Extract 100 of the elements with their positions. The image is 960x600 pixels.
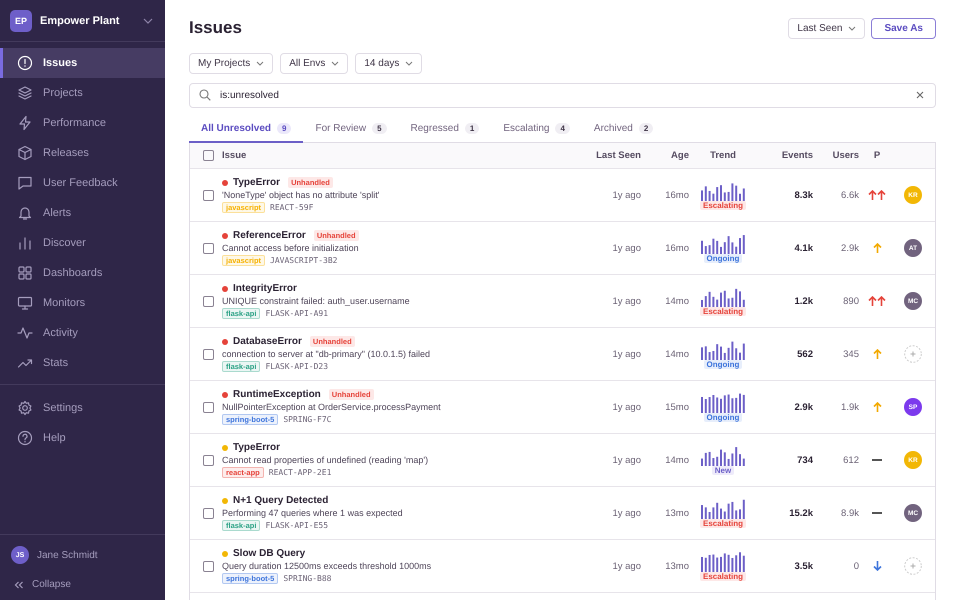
event-count: 4.1k	[794, 242, 814, 254]
monitor-icon	[17, 295, 33, 311]
checkbox[interactable]	[202, 454, 214, 466]
short-id: SPRING-F7C	[283, 415, 332, 424]
nav-item[interactable]: Alerts	[0, 198, 165, 228]
issue-title[interactable]: RuntimeException	[233, 389, 321, 400]
checkbox[interactable]	[202, 402, 214, 412]
sparkline	[700, 392, 746, 412]
event-count: 15.2k	[788, 508, 814, 518]
last-seen: 1y ago	[611, 454, 642, 466]
count-badge: 1	[464, 123, 480, 134]
search-field[interactable]: is:unresolved	[189, 83, 936, 108]
filter-dropdown[interactable]: 14 days	[355, 53, 422, 74]
search-icon	[199, 89, 211, 101]
checkbox[interactable]	[202, 348, 214, 360]
column-header: P	[872, 150, 882, 161]
last-seen: 1y ago	[611, 296, 642, 306]
checkbox[interactable]	[202, 150, 214, 161]
filter-dropdown[interactable]: My Projects	[189, 53, 274, 74]
sparkline	[700, 286, 746, 306]
tab[interactable]: Archived 2	[582, 119, 666, 143]
bar-chart-icon	[17, 235, 33, 251]
last-seen: 1y ago	[611, 242, 642, 254]
tab-label: All Unresolved	[201, 123, 272, 134]
checkbox[interactable]	[202, 242, 214, 254]
short-id: FLASK-API-D23	[265, 362, 328, 371]
user-name[interactable]: Jane Schmidt	[37, 550, 98, 560]
status-label: New	[712, 466, 734, 474]
org-name[interactable]: Empower Plant	[40, 14, 135, 26]
box-icon	[17, 145, 33, 161]
nav-item[interactable]: Discover	[0, 228, 165, 258]
tab-label: Escalating	[503, 123, 550, 134]
status-label: Escalating	[700, 518, 746, 528]
bell-icon	[17, 205, 33, 221]
checkbox[interactable]	[202, 190, 214, 200]
issue-title[interactable]: TypeError	[233, 442, 280, 453]
user-count: 8.9k	[840, 508, 860, 518]
filter-dropdown[interactable]: All Envs	[280, 53, 348, 74]
chevron-down-icon[interactable]	[143, 18, 153, 24]
event-count: 3.5k	[794, 560, 814, 572]
issue-title[interactable]: DatabaseError	[233, 336, 302, 347]
issue-message: 'NoneType' object has no attribute 'split'	[222, 190, 380, 200]
short-id: FLASK-API-E55	[265, 521, 328, 530]
issue-message: Cannot access before initialization	[222, 243, 360, 253]
gear-icon	[17, 400, 33, 416]
tab-label: Archived	[594, 123, 633, 134]
status-label: Escalating	[700, 572, 746, 580]
column-header: Trend	[709, 150, 737, 161]
add-assignee-icon[interactable]	[904, 345, 922, 363]
org-avatar: EP	[10, 10, 32, 32]
issue-title[interactable]: Slow DB Query	[233, 548, 306, 559]
issue-title[interactable]: IntegrityError	[233, 283, 297, 294]
nav-item[interactable]: Activity	[0, 318, 165, 348]
nav-item[interactable]: Dashboards	[0, 258, 165, 288]
checkbox[interactable]	[202, 560, 214, 572]
checkbox[interactable]	[202, 296, 214, 306]
column-header: Issue	[222, 150, 248, 161]
nav-item[interactable]: Issues	[0, 48, 165, 78]
event-count: 734	[796, 454, 814, 466]
chevron-down-icon	[256, 61, 264, 66]
last-seen: 1y ago	[611, 348, 642, 360]
issue-title[interactable]: ReferenceError	[233, 230, 306, 241]
nav-item[interactable]: Performance	[0, 108, 165, 138]
checkbox[interactable]	[202, 508, 214, 518]
close-icon[interactable]	[916, 91, 924, 99]
tab[interactable]: Regressed 1	[398, 119, 492, 143]
age: 14mo	[664, 348, 690, 360]
nav-item[interactable]: Projects	[0, 78, 165, 108]
count-badge: 4	[555, 123, 570, 134]
column-header: Users	[832, 150, 860, 161]
sparkline	[700, 446, 746, 466]
nav-item[interactable]: Monitors	[0, 288, 165, 318]
user-count: 1.9k	[840, 402, 860, 412]
short-id: JAVASCRIPT-3B2	[270, 256, 338, 265]
nav-item[interactable]: Help	[0, 423, 165, 453]
status-label: Ongoing	[704, 412, 742, 422]
issue-message: UNIQUE constraint failed: auth_user.username	[222, 296, 411, 306]
age: 14mo	[664, 454, 690, 466]
age: 15mo	[664, 402, 690, 412]
sort-dropdown[interactable]: Last Seen	[788, 18, 866, 38]
alert-circle-icon	[17, 55, 33, 71]
status-label: Ongoing	[704, 360, 742, 368]
tab[interactable]: For Review 5	[303, 119, 399, 143]
save-as-button[interactable]: Save As	[871, 18, 936, 38]
tab[interactable]: Escalating 4	[491, 119, 582, 143]
add-assignee-icon[interactable]	[904, 557, 922, 575]
issue-title[interactable]: TypeError	[233, 177, 280, 188]
nav-item[interactable]: Settings	[0, 393, 165, 423]
help-icon	[17, 430, 33, 446]
sparkline	[700, 180, 746, 200]
issue-title[interactable]: N+1 Query Detected	[233, 495, 328, 506]
collapse-button[interactable]: Collapse	[0, 575, 165, 600]
event-count: 1.2k	[794, 296, 814, 306]
sparkline	[700, 552, 746, 572]
nav-item[interactable]: Stats	[0, 348, 165, 378]
chevron-down-icon	[405, 61, 414, 66]
nav-item[interactable]: User Feedback	[0, 168, 165, 198]
page-title: Issues	[189, 18, 242, 38]
column-header: Last Seen	[595, 150, 642, 161]
nav-item[interactable]: Releases	[0, 138, 165, 168]
